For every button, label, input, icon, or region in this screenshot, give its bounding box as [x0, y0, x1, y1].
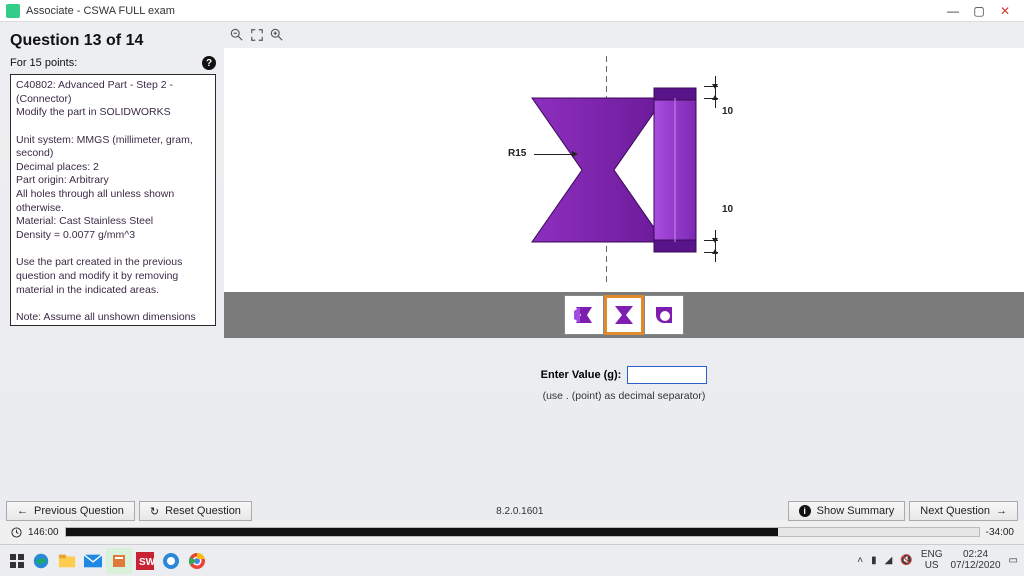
arrow-down-icon [712, 238, 718, 243]
solidworks-icon[interactable]: SW [132, 548, 158, 574]
btn-label: Show Summary [817, 505, 895, 517]
question-text-box: C40802: Advanced Part - Step 2 - (Connec… [10, 74, 216, 326]
dim-line [715, 230, 716, 262]
thumbnail-view-1[interactable] [564, 295, 604, 335]
answer-input[interactable] [627, 366, 707, 384]
help-icon[interactable]: ? [202, 56, 216, 70]
leader-arrow-icon [572, 151, 578, 157]
dim-top10: 10 [722, 106, 733, 117]
next-question-button[interactable]: Next Question → [909, 501, 1018, 521]
language-indicator[interactable]: ENG US [921, 550, 943, 571]
previous-question-button[interactable]: ← Previous Question [6, 501, 135, 521]
wifi-icon[interactable]: ◢ [885, 555, 893, 566]
progress-row: 146:00 -34:00 [0, 524, 1024, 542]
viewer-panel: R15 10 10 [224, 22, 1024, 520]
btn-label: Reset Question [165, 505, 241, 517]
zoom-fit-icon[interactable] [250, 28, 264, 42]
info-icon: i [799, 505, 811, 517]
file-explorer-icon[interactable] [54, 548, 80, 574]
system-tray: ˄ ▮ ◢ 🔇 ENG US 02:24 07/12/2020 ▭ [857, 550, 1018, 571]
btn-label: Previous Question [34, 505, 124, 517]
nav-bar: ← Previous Question ↻ Reset Question 8.2… [0, 498, 1024, 520]
btn-label: Next Question [920, 505, 990, 517]
maximize-button[interactable]: ▢ [966, 4, 992, 18]
titlebar: Associate - CSWA FULL exam — ▢ ✕ [0, 0, 1024, 22]
dim-r15: R15 [508, 148, 526, 159]
show-summary-button[interactable]: i Show Summary [788, 501, 906, 521]
part-drawing [514, 80, 734, 260]
minimize-button[interactable]: — [940, 4, 966, 18]
dim-line [715, 76, 716, 108]
version-label: 8.2.0.1601 [256, 506, 784, 517]
zoom-out-icon[interactable] [230, 28, 244, 42]
entry-hint: (use . (point) as decimal separator) [543, 390, 706, 402]
sound-icon[interactable]: 🔇 [900, 555, 912, 566]
tray-chevron-icon[interactable]: ˄ [857, 555, 863, 566]
mail-icon[interactable] [80, 548, 106, 574]
q-block: Note: Assume all unshown dimensions are … [16, 311, 210, 326]
reset-icon: ↻ [150, 505, 159, 518]
question-panel: Question 13 of 14 For 15 points: ? C4080… [0, 22, 224, 520]
viewer-toolbar [224, 22, 1024, 48]
leader-line [534, 154, 572, 155]
dim-bot10: 10 [722, 204, 733, 215]
drawing-canvas[interactable]: R15 10 10 [224, 48, 1024, 292]
q-line: Modify the part in SOLIDWORKS [16, 106, 210, 120]
tray-date: 07/12/2020 [950, 561, 1000, 572]
arrow-right-icon: → [996, 505, 1007, 517]
battery-icon[interactable]: ▮ [871, 555, 877, 566]
progress-fill [66, 528, 778, 536]
zoom-in-icon[interactable] [270, 28, 284, 42]
windows-taskbar: SW ˄ ▮ ◢ 🔇 ENG US 02:24 07/12/2020 ▭ [0, 544, 1024, 576]
start-button[interactable] [6, 550, 28, 572]
tray-time: 02:24 [963, 550, 988, 561]
app-icon [6, 4, 20, 18]
window-title: Associate - CSWA FULL exam [26, 5, 940, 17]
app-icon-1[interactable] [106, 548, 132, 574]
close-button[interactable]: ✕ [992, 4, 1018, 18]
elapsed-time: 146:00 [28, 527, 59, 538]
remaining-time: -34:00 [986, 527, 1014, 538]
clock[interactable]: 02:24 07/12/2020 [950, 550, 1000, 571]
clock-icon [10, 526, 22, 538]
arrow-up-icon [712, 249, 718, 254]
arrow-down-icon [712, 84, 718, 89]
app-icon-2[interactable] [158, 548, 184, 574]
progress-bar[interactable] [65, 527, 980, 537]
edge-icon[interactable] [28, 548, 54, 574]
arrow-left-icon: ← [17, 505, 28, 517]
thumbnail-view-2[interactable] [604, 295, 644, 335]
points-label: For 15 points: [10, 57, 77, 69]
chrome-icon[interactable] [184, 548, 210, 574]
q-block: Unit system: MMGS (millimeter, gram, sec… [16, 134, 210, 243]
q-line: C40802: Advanced Part - Step 2 - (Connec… [16, 79, 210, 106]
arrow-up-icon [712, 95, 718, 100]
svg-text:SW: SW [139, 557, 154, 568]
entry-label: Enter Value (g): [541, 369, 622, 381]
lang-2: US [925, 561, 939, 572]
main-area: Question 13 of 14 For 15 points: ? C4080… [0, 22, 1024, 520]
question-title: Question 13 of 14 [10, 32, 216, 50]
notifications-icon[interactable]: ▭ [1009, 555, 1018, 566]
answer-entry-area: Enter Value (g): (use . (point) as decim… [224, 338, 1024, 520]
thumbnail-view-3[interactable] [644, 295, 684, 335]
q-block: Use the part created in the previous que… [16, 256, 210, 297]
thumbnail-bar [224, 292, 1024, 338]
reset-question-button[interactable]: ↻ Reset Question [139, 501, 252, 521]
lang-1: ENG [921, 550, 943, 561]
